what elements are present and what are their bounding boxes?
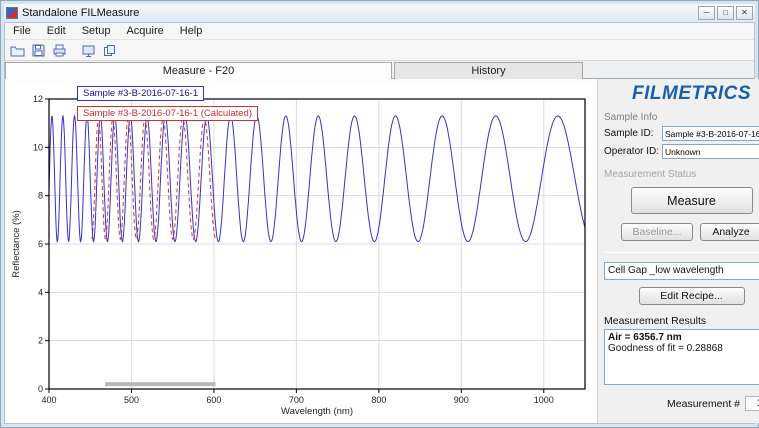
menu-acquire[interactable]: Acquire [118, 23, 171, 40]
save-icon [31, 43, 46, 58]
content-area: 400 500 600 700 800 900 1000 0 2 4 6 8 10 12 Wavelengt… [5, 79, 754, 423]
save-button[interactable] [29, 41, 48, 59]
menu-setup[interactable]: Setup [74, 23, 119, 40]
copy-button[interactable] [100, 41, 119, 59]
svg-text:500: 500 [124, 395, 139, 405]
result-air-gap: Air = 6356.7 nm [608, 332, 759, 343]
snapshot-icon [81, 43, 96, 58]
operator-id-label: Operator ID: [604, 146, 662, 157]
separator [604, 252, 759, 253]
tab-measure-f20[interactable]: Measure - F20 [5, 62, 392, 80]
copy-icon [102, 43, 117, 58]
print-icon [52, 43, 67, 58]
edit-recipe-button[interactable]: Edit Recipe... [639, 287, 745, 305]
svg-text:600: 600 [206, 395, 221, 405]
window-title: Standalone FILMeasure [22, 7, 698, 19]
operator-id-field[interactable] [662, 144, 759, 159]
measurement-number-label: Measurement # [667, 398, 740, 410]
tab-history[interactable]: History [394, 62, 583, 79]
recipe-dropdown-value: Cell Gap _low wavelength [605, 263, 759, 279]
svg-text:800: 800 [371, 395, 386, 405]
svg-text:4: 4 [38, 287, 43, 297]
menu-bar: File Edit Setup Acquire Help [5, 23, 754, 40]
svg-text:2: 2 [38, 336, 43, 346]
svg-text:10: 10 [33, 142, 43, 152]
operator-id-row: Operator ID: [604, 144, 759, 159]
menu-edit[interactable]: Edit [39, 23, 74, 40]
sample-id-field[interactable] [662, 126, 759, 141]
maximize-button[interactable]: □ [717, 6, 734, 20]
measure-button[interactable]: Measure [631, 187, 753, 214]
brand-logo: FILMETRICS [604, 83, 759, 105]
measure-tab-page: 400 500 600 700 800 900 1000 0 2 4 6 8 10 12 Wavelengt… [5, 79, 597, 423]
tab-strip: Measure - F20 History [5, 61, 754, 79]
window-controls: ─ □ ✕ [698, 6, 753, 20]
title-bar: Standalone FILMeasure ─ □ ✕ [4, 4, 755, 22]
svg-text:1000: 1000 [534, 395, 554, 405]
svg-text:900: 900 [454, 395, 469, 405]
svg-text:Wavelength (nm): Wavelength (nm) [281, 406, 353, 417]
tab-strip-filler [583, 61, 754, 78]
measurement-results-box: Air = 6356.7 nm Goodness of fit = 0.2886… [604, 329, 759, 385]
toolbar [5, 40, 754, 61]
minimize-button[interactable]: ─ [698, 6, 715, 20]
recipe-dropdown[interactable]: Cell Gap _low wavelength ▼ [604, 262, 759, 280]
reflectance-plot: 400 500 600 700 800 900 1000 0 2 4 6 8 10 12 Wavelengt… [9, 83, 593, 419]
svg-text:400: 400 [41, 395, 56, 405]
print-button[interactable] [50, 41, 69, 59]
svg-text:0: 0 [38, 384, 43, 394]
measurement-number-field[interactable] [745, 396, 759, 411]
open-icon [10, 43, 25, 58]
svg-text:Reflectance (%): Reflectance (%) [11, 210, 22, 278]
application-window: Standalone FILMeasure ─ □ ✕ File Edit Se… [0, 0, 759, 428]
baseline-analyze-row: Baseline... Analyze [604, 223, 759, 241]
close-button[interactable]: ✕ [736, 6, 753, 20]
svg-text:8: 8 [38, 191, 43, 201]
analyze-button[interactable]: Analyze [700, 223, 759, 241]
control-panel: FILMETRICS Sample Info Sample ID: Operat… [597, 79, 759, 423]
measurement-status-label: Measurement Status [604, 169, 759, 180]
svg-text:6: 6 [38, 239, 43, 249]
baseline-button[interactable]: Baseline... [621, 223, 693, 241]
snapshot-button[interactable] [79, 41, 98, 59]
legend-calculated: Sample #3-B-2016-07-16-1 (Calculated) [77, 106, 258, 121]
client-area: File Edit Setup Acquire Help [4, 22, 755, 424]
menu-file[interactable]: File [5, 23, 39, 40]
svg-text:12: 12 [33, 94, 43, 104]
sample-info-label: Sample Info [604, 112, 759, 123]
spectrum-chart: 400 500 600 700 800 900 1000 0 2 4 6 8 10 12 Wavelengt… [9, 83, 593, 419]
sample-id-row: Sample ID: [604, 126, 759, 141]
menu-help[interactable]: Help [172, 23, 211, 40]
result-goodness-of-fit: Goodness of fit = 0.28868 [608, 343, 759, 354]
measurement-number-row: Measurement # [604, 396, 759, 411]
svg-text:700: 700 [289, 395, 304, 405]
measurement-results-label: Measurement Results [604, 315, 759, 327]
open-button[interactable] [8, 41, 27, 59]
sample-id-label: Sample ID: [604, 128, 662, 139]
legend-measured: Sample #3-B-2016-07-16-1 [77, 86, 204, 101]
app-icon [6, 7, 18, 19]
